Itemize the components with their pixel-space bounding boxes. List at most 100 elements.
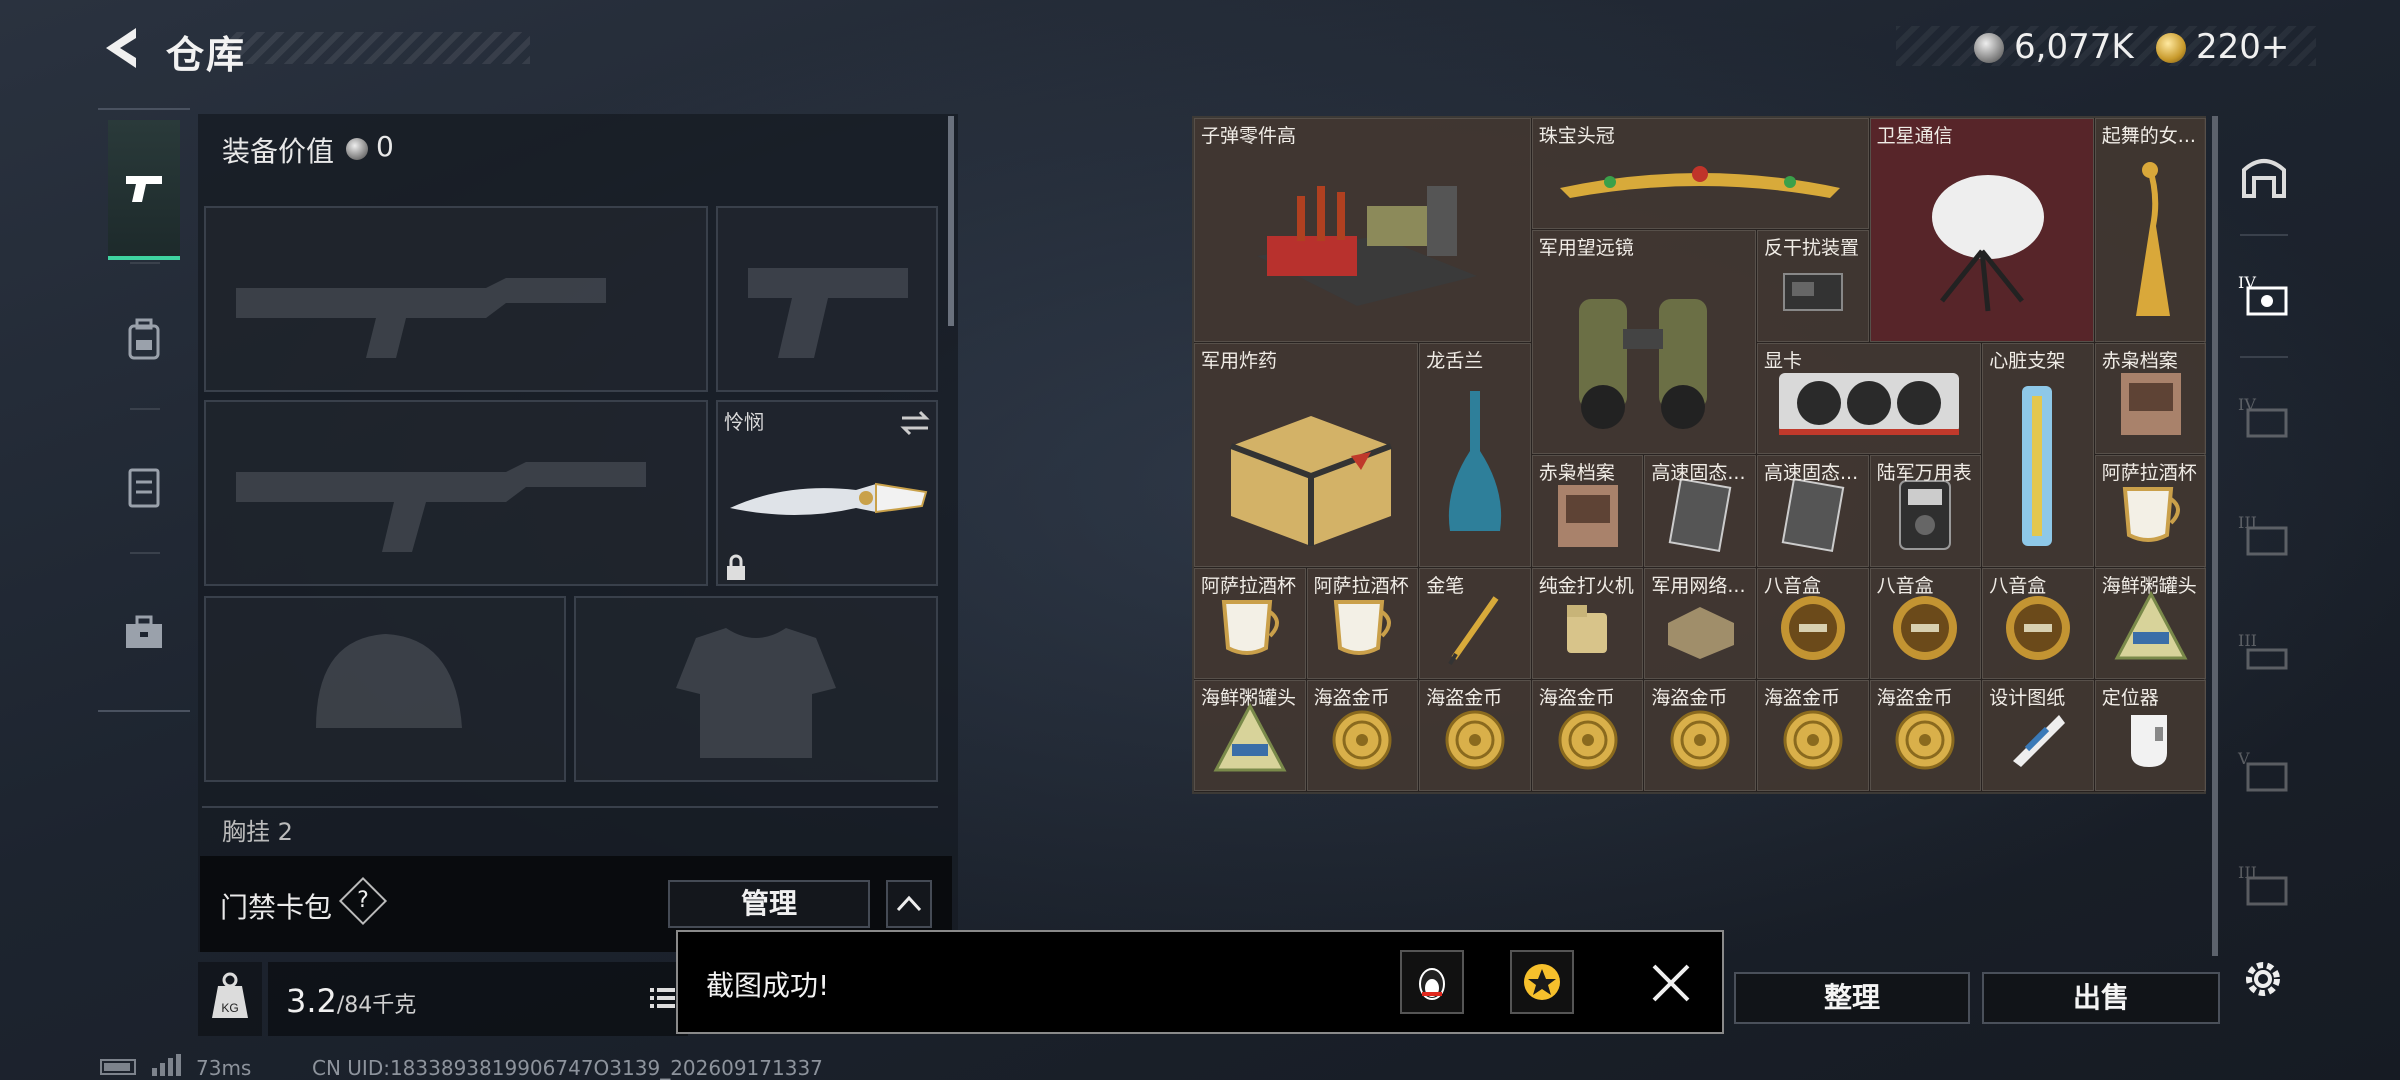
stash-item[interactable]: 军用望远镜 (1531, 230, 1756, 455)
stash-item[interactable]: 海盗金币 (1757, 680, 1869, 792)
router-icon (1660, 593, 1740, 667)
cup-icon (2111, 475, 2191, 559)
knife-icon (730, 482, 928, 515)
binoc-icon (1549, 279, 1739, 433)
collapse-button[interactable] (886, 880, 932, 928)
equipment-scrollbar[interactable] (948, 116, 954, 326)
pistol-slot[interactable] (716, 206, 938, 392)
nav-separator (2240, 356, 2288, 358)
penguin-icon (1419, 968, 1445, 1000)
stash-item-name: 心脏支架 (1989, 349, 2066, 372)
gold-amount[interactable]: 220+ (2196, 27, 2289, 67)
money-coin-icon (1974, 33, 2004, 63)
stash-item[interactable]: 陆军万用表 (1869, 455, 1982, 567)
stash-item-name: 定位器 (2101, 687, 2159, 709)
share-favorite-button[interactable] (1510, 950, 1574, 1014)
stash-item[interactable]: 高速固态... (1757, 455, 1869, 567)
crown-icon (1550, 148, 1850, 212)
helmet-slot[interactable] (204, 596, 566, 782)
ssd-icon (1778, 475, 1848, 559)
nav-case-tab[interactable] (108, 562, 180, 702)
stash-item[interactable]: 高速固态... (1644, 455, 1756, 567)
uid-text: CN UID:1833893819906747O3139_20260917133… (312, 1056, 823, 1080)
swap-icon[interactable] (900, 410, 930, 436)
stash-home-icon[interactable] (2234, 146, 2294, 206)
card-pack-label: 门禁卡包 (220, 891, 333, 924)
sell-button[interactable]: 出售 (1982, 972, 2220, 1024)
gear-icon[interactable] (2240, 956, 2286, 1002)
stash-item-name: 陆军万用表 (1876, 462, 1972, 485)
manage-button[interactable]: 管理 (668, 880, 870, 928)
stash-item[interactable]: 金笔 (1419, 567, 1531, 679)
stash-scrollbar[interactable] (2212, 116, 2218, 956)
stash-item[interactable]: 设计图纸 (1982, 680, 2094, 792)
list-icon[interactable] (648, 982, 678, 1012)
nav-vest-tab[interactable] (108, 416, 180, 556)
stash-item[interactable]: 八音盒 (1869, 567, 1982, 679)
stash-item[interactable]: 海盗金币 (1531, 680, 1644, 792)
close-icon[interactable] (1650, 962, 1692, 1004)
stash-item-name: 赤枭档案 (1538, 462, 1615, 485)
rifle-silhouette-icon (236, 278, 606, 358)
primary-weapon-slot[interactable] (204, 206, 708, 392)
meter-icon (1890, 475, 1960, 559)
tracker-icon (2121, 705, 2181, 779)
armor-slot[interactable] (574, 596, 938, 782)
stash-item[interactable]: 八音盒 (1982, 567, 2094, 679)
stash-item[interactable]: 阿萨拉酒杯 (1194, 567, 1306, 679)
pen-icon (1440, 588, 1510, 672)
nav-weapons-tab[interactable] (108, 120, 180, 260)
money-amount[interactable]: 6,077K (2014, 27, 2134, 67)
stash-item-name: 八音盒 (1876, 574, 1934, 597)
stash-item[interactable]: 纯金打火机 (1531, 567, 1644, 679)
pistol-silhouette-icon (748, 268, 908, 358)
rifle-silhouette-icon (236, 462, 646, 552)
sort-button[interactable]: 整理 (1734, 972, 1970, 1024)
stash-item[interactable]: 阿萨拉酒杯 (1306, 567, 1419, 679)
cup-icon (1210, 588, 1290, 672)
share-qq-button[interactable] (1400, 950, 1464, 1014)
nav-backpack-tab[interactable] (108, 270, 180, 410)
stash-item[interactable]: 赤枭档案 (2094, 342, 2207, 455)
stash-item[interactable]: 起舞的女... (2094, 118, 2207, 342)
stash-item[interactable]: 海盗金币 (1306, 680, 1419, 792)
storage-tier-4-icon[interactable]: IV (2234, 266, 2294, 326)
stash-item[interactable]: 龙舌兰 (1419, 342, 1531, 567)
stash-item[interactable]: 定位器 (2094, 680, 2207, 792)
stash-item-name: 海盗金币 (1538, 687, 1615, 709)
armor-silhouette-icon (676, 628, 836, 758)
coin-icon (1553, 705, 1623, 779)
stash-item[interactable]: 显卡 (1757, 342, 1982, 455)
storage-tier-3-icon[interactable]: III (2234, 506, 2294, 566)
stash-item[interactable]: 珠宝头冠 (1531, 118, 1869, 230)
stash-item[interactable]: 心脏支架 (1982, 342, 2094, 567)
stash-item[interactable]: 子弹零件高 (1194, 118, 1531, 342)
storage-tier-3b-icon[interactable]: III (2234, 624, 2294, 684)
stash-item-name: 八音盒 (1764, 574, 1822, 597)
stash-item-name: 军用望远镜 (1538, 237, 1634, 260)
stash-item[interactable]: 赤枭档案 (1531, 455, 1644, 567)
back-icon[interactable] (98, 24, 142, 72)
pistol-icon (126, 176, 162, 202)
melee-slot[interactable]: 怜悯 (716, 400, 938, 586)
stash-item[interactable]: 军用网络... (1644, 567, 1756, 679)
storage-tier-5-icon[interactable]: V (2234, 742, 2294, 802)
secondary-weapon-slot[interactable] (204, 400, 708, 586)
musicbox-icon (1773, 588, 1853, 672)
storage-tier-2-icon[interactable]: III (2234, 856, 2294, 916)
stash-item[interactable]: 卫星通信 (1869, 118, 2094, 342)
stash-item[interactable]: 海鲜粥罐头 (2094, 567, 2207, 679)
ping-text: 73ms (196, 1056, 252, 1080)
stash-item[interactable]: 军用炸药 (1194, 342, 1419, 567)
stash-item-name: 海盗金币 (1426, 687, 1503, 709)
equipment-value: 0 (376, 130, 394, 163)
stash-item[interactable]: 八音盒 (1757, 567, 1869, 679)
stash-item[interactable]: 海盗金币 (1869, 680, 1982, 792)
stash-item[interactable]: 海鲜粥罐头 (1194, 680, 1306, 792)
stash-item[interactable]: 反干扰装置 (1757, 230, 1869, 342)
storage-tier-4b-icon[interactable]: IV (2234, 388, 2294, 448)
stash-item[interactable]: 海盗金币 (1419, 680, 1531, 792)
stash-item-name: 金笔 (1426, 574, 1465, 597)
stash-item[interactable]: 阿萨拉酒杯 (2094, 455, 2207, 567)
stash-item[interactable]: 海盗金币 (1644, 680, 1756, 792)
